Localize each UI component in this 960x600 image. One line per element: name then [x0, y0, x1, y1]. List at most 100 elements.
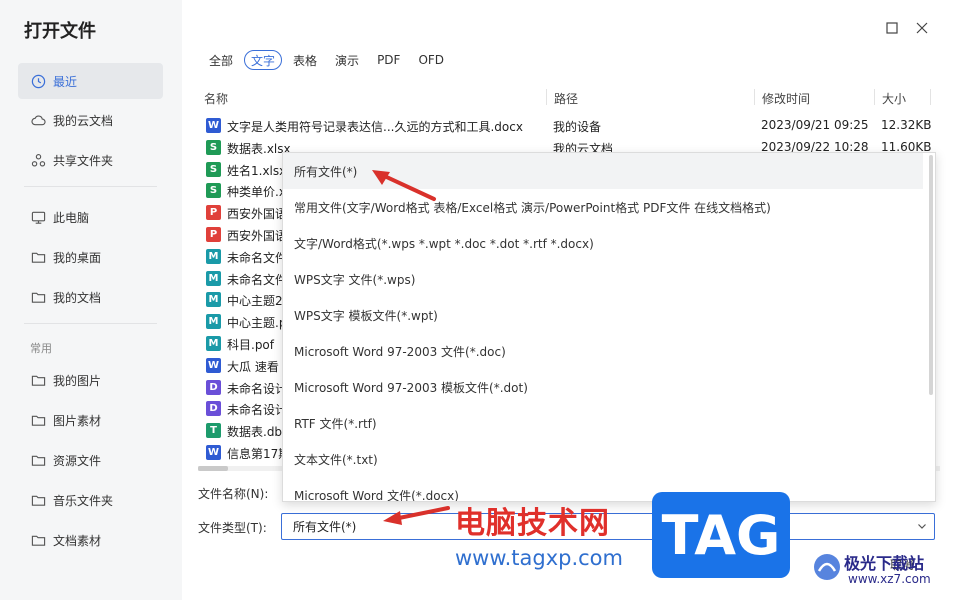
file-type-icon: M [206, 314, 221, 330]
sidebar-item-shared[interactable]: 共享文件夹 [18, 142, 163, 178]
column-header-size[interactable]: 大小 [882, 90, 906, 107]
sidebar-item-desktop[interactable]: 我的桌面 [18, 239, 163, 275]
filter-tabs: 全部 文字 表格 演示 PDF OFD [202, 50, 455, 70]
file-name: 数据表.db [227, 425, 283, 440]
sidebar-item-label: 图片素材 [53, 413, 102, 428]
column-header-name[interactable]: 名称 [204, 90, 228, 107]
sidebar-item-resources[interactable]: 资源文件 [18, 442, 163, 478]
file-name: 信息第17期 [227, 447, 291, 461]
divider [24, 323, 157, 324]
column-divider[interactable] [546, 89, 547, 105]
corner-watermark-url: www.xz7.com [848, 572, 931, 586]
file-name: 大瓜 速看 [227, 359, 279, 374]
file-path: 我的设备 [553, 120, 602, 134]
file-type-icon: M [206, 292, 221, 308]
sidebar-item-my-docs[interactable]: 我的文档 [18, 279, 163, 315]
corner-watermark-title: 极光下载站 [844, 554, 925, 573]
file-name: 未命名文件 [227, 250, 288, 265]
sidebar-item-label: 资源文件 [53, 453, 102, 468]
file-row[interactable]: W 文字是人类用符号记录表达信...久远的方式和工具.docx 我的设备 2023/0… [198, 115, 938, 137]
file-type-icon: W [206, 357, 221, 373]
dropdown-option[interactable]: 文字/Word格式(*.wps *.wpt *.doc *.dot *.rtf … [283, 225, 923, 261]
folder-icon [30, 249, 46, 265]
sidebar-item-label: 音乐文件夹 [53, 493, 114, 508]
column-divider[interactable] [754, 89, 755, 105]
tab-ofd[interactable]: OFD [411, 50, 451, 70]
sidebar-item-recent[interactable]: 最近 [18, 63, 163, 99]
file-type-icon: S [206, 183, 221, 199]
file-type-icon: S [206, 139, 221, 155]
tab-all[interactable]: 全部 [202, 50, 240, 70]
dropdown-option[interactable]: RTF 文件(*.rtf) [283, 405, 923, 441]
sidebar-item-label: 我的桌面 [53, 250, 102, 265]
monitor-icon [30, 209, 46, 225]
annotation-arrow [383, 506, 450, 525]
corner-watermark: 极光下载站 www.xz7.com [800, 550, 960, 598]
filetype-select-value: 所有文件(*) [293, 520, 357, 534]
file-name: 文字是人类用符号记录表达信...久远的方式和工具.docx [227, 120, 523, 134]
file-name: 未命名设计 [227, 381, 288, 396]
dropdown-option[interactable]: WPS文字 文件(*.wps) [283, 261, 923, 297]
watermark-url: www.tagxp.com [455, 546, 623, 570]
file-type-icon: D [206, 401, 221, 417]
folder-icon [30, 289, 46, 305]
watermark-logo: TAG [652, 492, 790, 578]
scrollbar-thumb[interactable] [929, 155, 933, 395]
maximize-button[interactable] [882, 18, 902, 38]
sidebar-item-label: 文档素材 [53, 533, 102, 548]
column-divider[interactable] [874, 89, 875, 105]
tab-spreadsheet[interactable]: 表格 [286, 50, 324, 70]
sidebar-item-label: 此电脑 [53, 210, 90, 225]
column-header-modified[interactable]: 修改时间 [762, 90, 810, 107]
sidebar-item-pictures[interactable]: 我的图片 [18, 362, 163, 398]
share-icon [30, 152, 46, 168]
tab-presentation[interactable]: 演示 [328, 50, 366, 70]
file-type-icon: P [206, 205, 221, 221]
watermark-title: 电脑技术网 [455, 506, 610, 541]
annotation-arrow [372, 170, 436, 201]
filename-label: 文件名称(N): [198, 487, 269, 501]
sidebar-item-image-assets[interactable]: 图片素材 [18, 402, 163, 438]
sidebar-item-label: 我的文档 [53, 290, 102, 305]
file-name: 科目.pof [227, 338, 274, 352]
file-name: 西安外国语 [227, 207, 288, 222]
folder-icon [30, 452, 46, 468]
dropdown-option[interactable]: WPS文字 模板文件(*.wpt) [283, 297, 923, 333]
clock-icon [30, 73, 46, 89]
file-name: 种类单价.x [227, 185, 286, 200]
tab-text[interactable]: 文字 [244, 50, 283, 70]
column-header-path[interactable]: 路径 [554, 90, 578, 107]
file-type-icon: M [206, 248, 221, 264]
dropdown-option[interactable]: Microsoft Word 97-2003 模板文件(*.dot) [283, 369, 923, 405]
sidebar-item-label: 我的云文档 [53, 113, 114, 128]
scrollbar-thumb[interactable] [198, 466, 228, 471]
sidebar-item-this-pc[interactable]: 此电脑 [18, 199, 163, 235]
sidebar-item-label: 最近 [53, 74, 78, 89]
dropdown-option[interactable]: Microsoft Word 97-2003 文件(*.doc) [283, 333, 923, 369]
file-list-header: 名称 路径 修改时间 大小 [198, 86, 938, 110]
aurora-logo-icon [814, 554, 840, 580]
folder-icon [30, 532, 46, 548]
cloud-icon [30, 112, 46, 128]
close-button[interactable] [912, 18, 932, 38]
sidebar-item-music[interactable]: 音乐文件夹 [18, 482, 163, 518]
dropdown-option[interactable]: 文本文件(*.txt) [283, 441, 923, 477]
sidebar-item-doc-assets[interactable]: 文档素材 [18, 522, 163, 558]
divider [24, 186, 157, 187]
folder-icon [30, 372, 46, 388]
file-name: 中心主题2 [227, 294, 283, 309]
folder-icon [30, 492, 46, 508]
file-type-icon: W [206, 118, 221, 133]
sidebar-item-label: 我的图片 [53, 373, 102, 388]
column-divider[interactable] [930, 89, 931, 105]
file-name: 未命名设计 [227, 403, 288, 418]
file-type-icon: T [206, 423, 221, 439]
dropdown-scrollbar[interactable] [927, 153, 935, 501]
sidebar-item-label: 共享文件夹 [53, 153, 114, 168]
sidebar-item-cloud-docs[interactable]: 我的云文档 [18, 102, 163, 138]
tab-pdf[interactable]: PDF [370, 50, 407, 70]
file-type-icon: M [206, 270, 221, 286]
maximize-icon [886, 22, 898, 34]
file-name: 西安外国语 [227, 229, 288, 243]
close-icon [916, 22, 928, 34]
